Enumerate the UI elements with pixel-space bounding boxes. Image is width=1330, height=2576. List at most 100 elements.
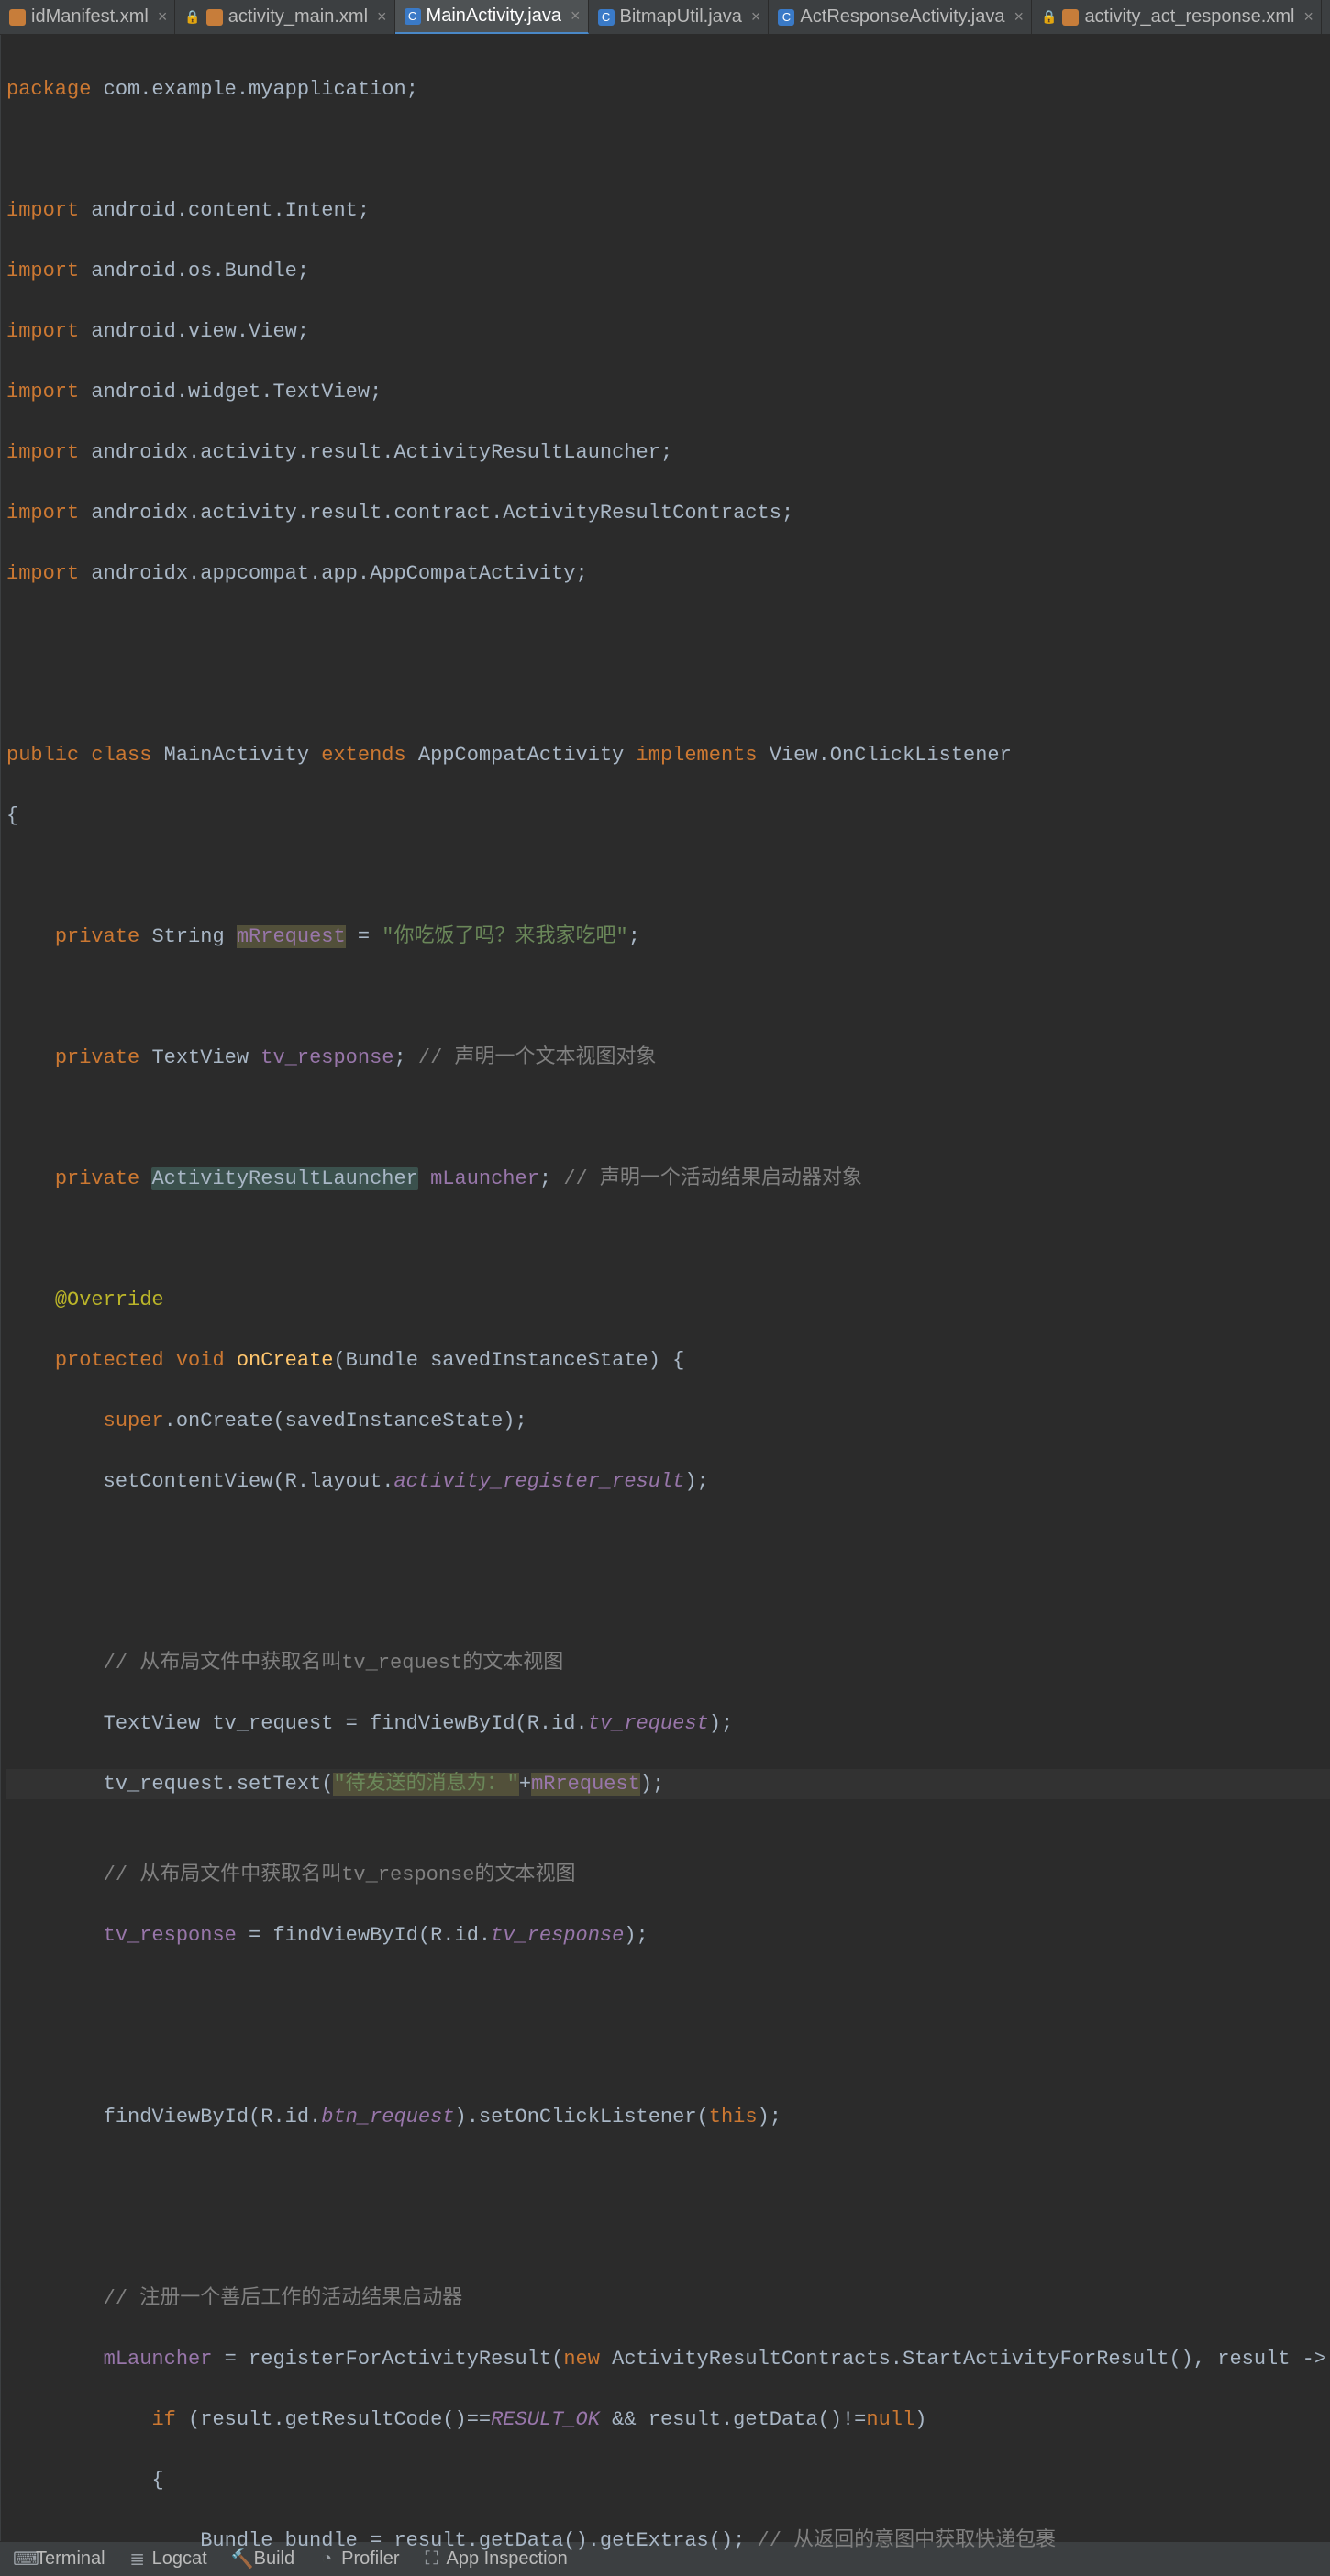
- comment: // 声明一个文本视图对象: [418, 1046, 657, 1069]
- semi: ;: [370, 381, 382, 404]
- kw-if: if: [151, 2408, 175, 2431]
- tab-label: activity_main.xml: [228, 6, 368, 28]
- field-ref: tv_response: [104, 1924, 237, 1947]
- code-area[interactable]: package com.example.myapplication; impor…: [1, 35, 1330, 2541]
- kw-null: null: [866, 2408, 914, 2431]
- semi: ;: [539, 1167, 551, 1190]
- tab-label: idManifest.xml: [31, 6, 149, 28]
- kw-package: package: [6, 78, 91, 101]
- const: RESULT_OK: [491, 2408, 600, 2431]
- annotation-override: @Override: [55, 1288, 164, 1311]
- import: android.view.View: [91, 320, 296, 343]
- lock-icon: 🔒: [184, 9, 200, 25]
- tab-label: ActResponseActivity.java: [800, 6, 1004, 28]
- layout-id: activity_register_result: [393, 1470, 684, 1493]
- tab-act-response-activity[interactable]: C ActResponseActivity.java ×: [769, 0, 1032, 34]
- field-ref: mRrequest: [531, 1773, 640, 1796]
- type: TextView: [151, 1046, 249, 1069]
- editor: package com.example.myapplication; impor…: [0, 35, 1330, 2541]
- method-onCreate: onCreate: [237, 1349, 334, 1372]
- kw-import: import: [6, 381, 79, 404]
- close-icon[interactable]: ×: [1014, 7, 1024, 27]
- kw-import: import: [6, 502, 79, 525]
- super: AppCompatActivity: [418, 744, 624, 767]
- import: androidx.appcompat.app.AppCompatActivity: [91, 562, 575, 585]
- import: androidx.activity.result.ActivityResultL…: [91, 441, 660, 464]
- plus: +: [519, 1773, 531, 1796]
- kw-super: super: [104, 1410, 164, 1432]
- brace: {: [151, 2469, 163, 2492]
- import: androidx.activity.result.contract.Activi…: [91, 502, 781, 525]
- code: Bundle bundle = result.getData().getExtr…: [200, 2529, 757, 2552]
- close-icon[interactable]: ×: [158, 7, 168, 27]
- string: "待发送的消息为：": [333, 1773, 518, 1796]
- semi: ;: [297, 260, 309, 282]
- xml-icon: [1062, 9, 1079, 26]
- code: ActivityResultContracts.StartActivityFor…: [600, 2348, 1330, 2371]
- kw-private: private: [55, 1046, 139, 1069]
- tab-bitmap-util[interactable]: C BitmapUtil.java ×: [589, 0, 770, 34]
- kw-implements: implements: [637, 744, 758, 767]
- close-icon[interactable]: ×: [571, 6, 581, 26]
- kw-class: class: [91, 744, 151, 767]
- comment: // 声明一个活动结果启动器对象: [563, 1167, 862, 1190]
- pkg-name: com.example.myapplication: [104, 78, 406, 101]
- import: android.content.Intent: [91, 199, 357, 222]
- field-tv-response: tv_response: [260, 1046, 393, 1069]
- kw-import: import: [6, 199, 79, 222]
- code: = findViewById(R.id.: [237, 1924, 491, 1947]
- semi: ;: [297, 320, 309, 343]
- type: ActivityResultLauncher: [151, 1167, 417, 1190]
- comment: // 从返回的意图中获取快递包裹: [758, 2529, 1057, 2552]
- eq: =: [358, 925, 370, 948]
- tab-activity-act-response-xml[interactable]: 🔒 activity_act_response.xml ×: [1032, 0, 1322, 34]
- end: );: [624, 1924, 648, 1947]
- close-icon[interactable]: ×: [1303, 7, 1313, 27]
- code: TextView tv_request = findViewById(R.id.: [104, 1712, 588, 1735]
- java-class-icon: C: [778, 9, 794, 26]
- tab-label: activity_act_response.xml: [1084, 6, 1294, 28]
- call: .onCreate(savedInstanceState);: [164, 1410, 527, 1432]
- res-id: tv_response: [491, 1924, 624, 1947]
- semi: ;: [394, 1046, 406, 1069]
- tab-label: BitmapUtil.java: [620, 6, 742, 28]
- kw-import: import: [6, 562, 79, 585]
- kw-this: this: [709, 2106, 758, 2128]
- end: );: [758, 2106, 781, 2128]
- code: && result.getData()!=: [600, 2408, 866, 2431]
- code: = registerForActivityResult(: [212, 2348, 563, 2371]
- java-class-icon: C: [598, 9, 615, 26]
- close-icon[interactable]: ×: [377, 7, 387, 27]
- semi: ;: [660, 441, 672, 464]
- semi: ;: [358, 199, 370, 222]
- end: ): [914, 2408, 926, 2431]
- call: setContentView(R.layout.: [104, 1470, 394, 1493]
- semi: ;: [406, 78, 418, 101]
- comment: // 从布局文件中获取名叫tv_request的文本视图: [104, 1652, 564, 1675]
- kw-private: private: [55, 925, 139, 948]
- iface: View.OnClickListener: [770, 744, 1012, 767]
- code: findViewById(R.id.: [104, 2106, 322, 2128]
- type: String: [151, 925, 224, 948]
- java-class-icon: C: [405, 8, 421, 25]
- field-mRrequest: mRrequest: [237, 925, 346, 948]
- comment: // 注册一个善后工作的活动结果启动器: [104, 2287, 463, 2310]
- tab-main-activity[interactable]: C MainActivity.java ×: [395, 0, 589, 34]
- lock-icon: 🔒: [1041, 9, 1057, 25]
- brace: {: [6, 804, 18, 827]
- code: tv_request.setText(: [104, 1773, 334, 1796]
- close-icon[interactable]: ×: [751, 7, 761, 27]
- kw-void: void: [176, 1349, 225, 1372]
- tab-activity-main-xml[interactable]: 🔒 activity_main.xml ×: [175, 0, 394, 34]
- end: );: [640, 1773, 664, 1796]
- field-ref: mLauncher: [104, 2348, 213, 2371]
- end: );: [684, 1470, 708, 1493]
- res-id: tv_request: [588, 1712, 709, 1735]
- tab-manifest[interactable]: idManifest.xml ×: [0, 0, 175, 34]
- kw-new: new: [563, 2348, 600, 2371]
- editor-tabs: idManifest.xml × 🔒 activity_main.xml × C…: [0, 0, 1330, 35]
- xml-icon: [206, 9, 223, 26]
- xml-icon: [9, 9, 26, 26]
- kw-extends: extends: [321, 744, 405, 767]
- tab-label: MainActivity.java: [427, 6, 561, 27]
